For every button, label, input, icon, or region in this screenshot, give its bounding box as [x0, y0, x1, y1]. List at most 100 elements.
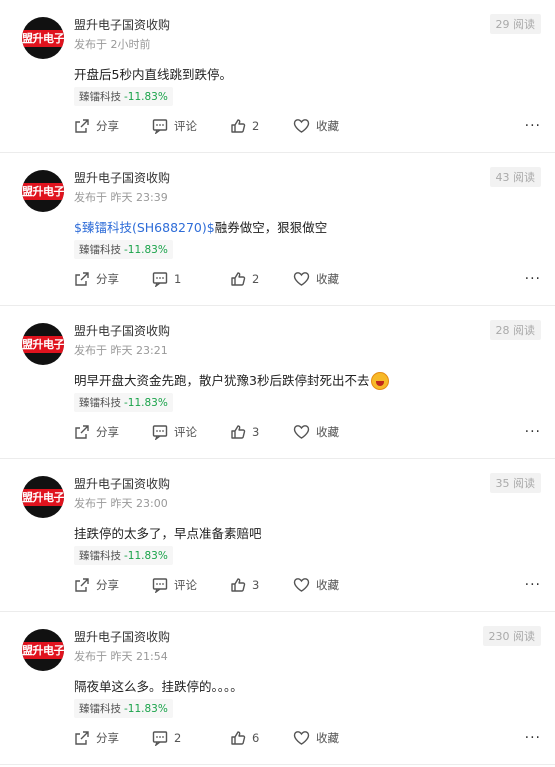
share-icon	[75, 425, 89, 439]
share-button[interactable]: 分享	[74, 424, 119, 440]
comment-button[interactable]: 2	[152, 730, 181, 746]
comment-button[interactable]: 评论	[152, 118, 197, 134]
more-icon[interactable]: ···	[525, 424, 541, 440]
author-name[interactable]: 盟升电子国资收购	[74, 628, 170, 645]
comment-button[interactable]: 1	[152, 271, 181, 287]
post-actions: 分享 1 2 收藏 ···	[74, 271, 541, 291]
post-text: 明早开盘大资金先跑，散户犹豫3秒后跌停封死出不去	[74, 373, 370, 388]
favorite-label: 收藏	[316, 119, 339, 133]
view-count-badge: 28 阅读	[489, 320, 541, 340]
view-count-badge: 230 阅读	[482, 626, 541, 646]
more-icon[interactable]: ···	[525, 577, 541, 593]
share-label: 分享	[96, 578, 119, 592]
favorite-button[interactable]: 收藏	[293, 577, 339, 593]
stock-tag[interactable]: 臻镭科技 -11.83%	[74, 546, 173, 565]
avatar-label: 盟升电子	[22, 642, 64, 659]
like-button[interactable]: 3	[230, 577, 259, 593]
author-name[interactable]: 盟升电子国资收购	[74, 322, 170, 339]
like-count: 2	[252, 119, 260, 133]
avatar[interactable]: 盟升电子	[22, 323, 64, 365]
post-time: 发布于 2小时前	[74, 38, 151, 51]
share-button[interactable]: 分享	[74, 271, 119, 287]
post-actions: 分享 评论 3 收藏 ···	[74, 424, 541, 444]
post-content: 挂跌停的太多了，早点准备素赔吧	[74, 523, 262, 542]
like-button[interactable]: 3	[230, 424, 259, 440]
favorite-button[interactable]: 收藏	[293, 118, 339, 134]
like-icon	[231, 425, 246, 439]
like-count: 3	[252, 425, 260, 439]
share-label: 分享	[96, 272, 119, 286]
share-label: 分享	[96, 425, 119, 439]
share-button[interactable]: 分享	[74, 577, 119, 593]
post-time: 发布于 昨天 23:21	[74, 344, 168, 357]
post-time: 发布于 昨天 21:54	[74, 650, 168, 663]
like-button[interactable]: 2	[230, 118, 259, 134]
comment-icon	[152, 578, 168, 593]
more-icon[interactable]: ···	[525, 271, 541, 287]
favorite-label: 收藏	[316, 425, 339, 439]
stock-tag-change: -11.83%	[124, 91, 168, 103]
comment-label: 1	[174, 272, 182, 286]
comment-button[interactable]: 评论	[152, 424, 197, 440]
share-icon	[75, 119, 89, 133]
like-count: 3	[252, 578, 260, 592]
like-button[interactable]: 2	[230, 271, 259, 287]
stock-tag-name: 臻镭科技	[79, 703, 121, 715]
stock-link[interactable]: $臻镭科技(SH688270)$	[74, 220, 215, 235]
like-count: 6	[252, 731, 260, 745]
author-name[interactable]: 盟升电子国资收购	[74, 16, 170, 33]
post-actions: 分享 2 6 收藏 ···	[74, 730, 541, 750]
avatar-label: 盟升电子	[22, 336, 64, 353]
favorite-icon	[293, 272, 310, 286]
share-button[interactable]: 分享	[74, 730, 119, 746]
favorite-icon	[293, 425, 310, 439]
favorite-button[interactable]: 收藏	[293, 424, 339, 440]
stock-tag[interactable]: 臻镭科技 -11.83%	[74, 393, 173, 412]
post-time: 发布于 昨天 23:00	[74, 497, 168, 510]
post-card: 盟升电子 盟升电子国资收购 发布于 昨天 23:39 43 阅读 $臻镭科技(S…	[0, 153, 555, 306]
comment-button[interactable]: 评论	[152, 577, 197, 593]
like-button[interactable]: 6	[230, 730, 259, 746]
author-name[interactable]: 盟升电子国资收购	[74, 169, 170, 186]
favorite-label: 收藏	[316, 731, 339, 745]
comment-label: 评论	[174, 119, 197, 133]
share-icon	[75, 272, 89, 286]
comment-icon	[152, 272, 168, 287]
avatar-label: 盟升电子	[22, 183, 64, 200]
post-content: $臻镭科技(SH688270)$融券做空，狠狠做空	[74, 217, 327, 236]
stock-tag[interactable]: 臻镭科技 -11.83%	[74, 699, 173, 718]
favorite-button[interactable]: 收藏	[293, 271, 339, 287]
post-card: 盟升电子 盟升电子国资收购 发布于 2小时前 29 阅读 开盘后5秒内直线跳到跌…	[0, 0, 555, 153]
stock-tag-name: 臻镭科技	[79, 244, 121, 256]
stock-tag-change: -11.83%	[124, 244, 168, 256]
more-icon[interactable]: ···	[525, 118, 541, 134]
comment-icon	[152, 425, 168, 440]
comment-icon	[152, 731, 168, 746]
post-text: 融券做空，狠狠做空	[214, 220, 328, 235]
post-content: 明早开盘大资金先跑，散户犹豫3秒后跌停封死出不去	[74, 370, 390, 390]
share-icon	[75, 731, 89, 745]
more-icon[interactable]: ···	[525, 730, 541, 746]
avatar[interactable]: 盟升电子	[22, 476, 64, 518]
author-name[interactable]: 盟升电子国资收购	[74, 475, 170, 492]
post-actions: 分享 评论 3 收藏 ···	[74, 577, 541, 597]
favorite-button[interactable]: 收藏	[293, 730, 339, 746]
share-icon	[75, 578, 89, 592]
comment-icon	[152, 119, 168, 134]
post-content: 隔夜单这么多。挂跌停的。。。。	[74, 676, 243, 695]
stock-tag-change: -11.83%	[124, 703, 168, 715]
post-card: 盟升电子 盟升电子国资收购 发布于 昨天 23:21 28 阅读 明早开盘大资金…	[0, 306, 555, 459]
stock-tag-name: 臻镭科技	[79, 91, 121, 103]
post-actions: 分享 评论 2 收藏 ···	[74, 118, 541, 138]
stock-tag[interactable]: 臻镭科技 -11.83%	[74, 87, 173, 106]
post-card: 盟升电子 盟升电子国资收购 发布于 昨天 23:00 35 阅读 挂跌停的太多了…	[0, 459, 555, 612]
stock-tag-change: -11.83%	[124, 550, 168, 562]
share-button[interactable]: 分享	[74, 118, 119, 134]
stock-tag-name: 臻镭科技	[79, 397, 121, 409]
avatar[interactable]: 盟升电子	[22, 17, 64, 59]
avatar-label: 盟升电子	[22, 30, 64, 47]
stock-tag[interactable]: 臻镭科技 -11.83%	[74, 240, 173, 259]
avatar[interactable]: 盟升电子	[22, 170, 64, 212]
post-card: 盟升电子 盟升电子国资收购 发布于 昨天 21:54 230 阅读 隔夜单这么多…	[0, 612, 555, 765]
avatar[interactable]: 盟升电子	[22, 629, 64, 671]
